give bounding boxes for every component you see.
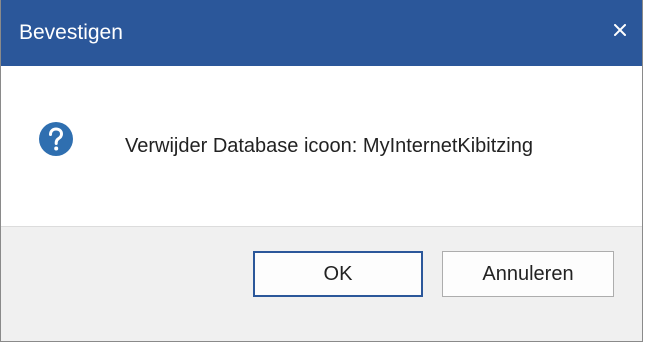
close-icon — [614, 24, 626, 36]
dialog-content: Verwijder Database icoon: MyInternetKibi… — [1, 66, 642, 226]
dialog-footer: OK Annuleren — [1, 227, 642, 341]
ok-button[interactable]: OK — [253, 251, 423, 297]
dialog-title: Bevestigen — [19, 21, 123, 44]
question-icon — [39, 122, 73, 156]
close-button[interactable] — [598, 0, 642, 60]
dialog-message: Verwijder Database icoon: MyInternetKibi… — [125, 135, 533, 157]
dialog-titlebar[interactable]: Bevestigen — [1, 0, 642, 66]
cancel-button[interactable]: Annuleren — [442, 251, 614, 297]
confirm-dialog: Bevestigen Verwijder Database icoon: MyI… — [0, 0, 643, 342]
